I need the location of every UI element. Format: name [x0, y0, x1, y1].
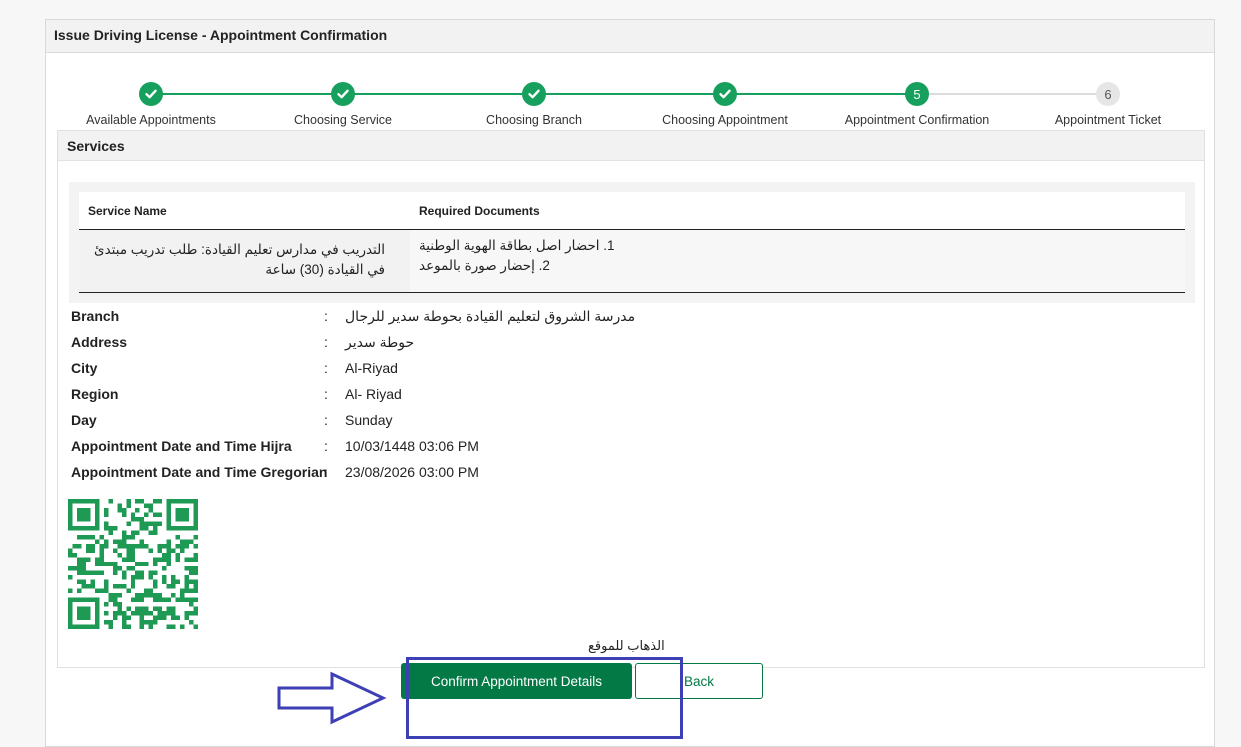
detail-value: مدرسة الشروق لتعليم القيادة بحوطة سدير ل…	[345, 308, 636, 324]
check-icon	[331, 82, 355, 106]
column-required-documents: Required Documents	[419, 204, 540, 218]
arrow-right-icon	[277, 671, 387, 725]
step-label: Appointment Confirmation	[844, 113, 990, 127]
detail-label: Appointment Date and Time Gregorian	[71, 464, 328, 480]
detail-colon: :	[324, 308, 328, 324]
check-icon	[139, 82, 163, 106]
document-item: 2. إحضار صورة بالموعد	[419, 258, 550, 273]
detail-label: Address	[71, 334, 128, 350]
detail-value: 23/08/2026 03:00 PM	[345, 464, 479, 480]
qr-code	[68, 499, 198, 629]
services-table: Service Name Required Documents التدريب …	[79, 192, 1185, 293]
highlight-box	[406, 657, 683, 739]
detail-value: Sunday	[345, 412, 393, 428]
detail-label: Region	[71, 386, 119, 402]
page-title: Issue Driving License - Appointment Conf…	[46, 20, 1214, 53]
detail-value: 10/03/1448 03:06 PM	[345, 438, 479, 454]
go-to-location-link[interactable]: الذهاب للموقع	[588, 638, 665, 654]
step-label: Choosing Service	[294, 113, 392, 127]
check-icon	[713, 82, 737, 106]
detail-value: Al- Riyad	[345, 386, 402, 402]
detail-label: City	[71, 360, 98, 376]
detail-label: Branch	[71, 308, 120, 324]
detail-colon: :	[324, 334, 328, 350]
step-number-6: 6	[1096, 82, 1120, 106]
column-service-name: Service Name	[88, 204, 167, 218]
step-label: Choosing Appointment	[662, 113, 788, 127]
step-label: Available Appointments	[86, 113, 216, 127]
detail-value: حوطة سدير	[345, 334, 415, 350]
table-row: التدريب في مدارس تعليم القيادة: طلب تدري…	[79, 230, 1185, 293]
detail-colon: :	[324, 438, 328, 454]
services-title: Services	[58, 131, 1204, 161]
detail-colon: :	[324, 464, 328, 480]
table-header-row: Service Name Required Documents	[79, 192, 1185, 230]
detail-label: Appointment Date and Time Hijra	[71, 438, 292, 454]
services-table-wrap: Service Name Required Documents التدريب …	[69, 182, 1195, 303]
required-documents-cell: 1. احضار اصل بطاقة الهوية الوطنية 2. إحض…	[410, 230, 1185, 292]
progress-stepper: Available Appointments Choosing Service …	[46, 53, 1214, 138]
step-choosing-branch: Choosing Branch	[444, 82, 624, 127]
step-label: Appointment Ticket	[1054, 113, 1162, 127]
detail-value: Al-Riyad	[345, 360, 398, 376]
service-name-cell: التدريب في مدارس تعليم القيادة: طلب تدري…	[79, 230, 410, 292]
check-icon	[522, 82, 546, 106]
services-panel: Services Service Name Required Documents…	[57, 130, 1205, 668]
detail-colon: :	[324, 386, 328, 402]
step-available-appointments: Available Appointments	[61, 82, 241, 127]
page-card: Issue Driving License - Appointment Conf…	[45, 19, 1215, 747]
step-label: Choosing Branch	[486, 113, 582, 127]
step-appointment-ticket: 6 Appointment Ticket	[1018, 82, 1198, 127]
step-choosing-service: Choosing Service	[253, 82, 433, 127]
step-choosing-appointment: Choosing Appointment	[635, 82, 815, 127]
step-appointment-confirmation: 5 Appointment Confirmation	[827, 82, 1007, 127]
step-number-5: 5	[905, 82, 929, 106]
detail-label: Day	[71, 412, 97, 428]
document-item: 1. احضار اصل بطاقة الهوية الوطنية	[419, 238, 615, 253]
detail-colon: :	[324, 360, 328, 376]
detail-colon: :	[324, 412, 328, 428]
